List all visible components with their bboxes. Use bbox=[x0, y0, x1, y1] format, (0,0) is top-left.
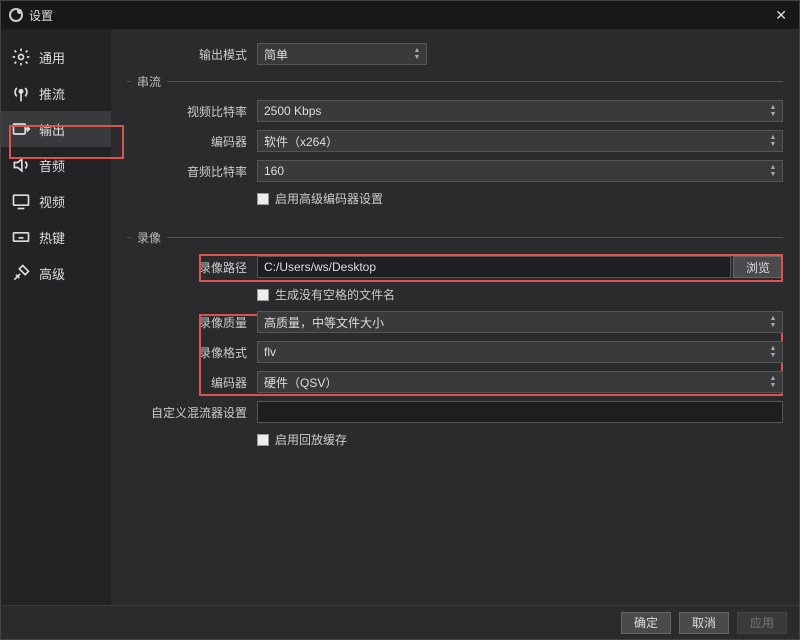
video-bitrate-value: 2500 Kbps bbox=[264, 104, 321, 118]
sidebar: 通用 推流 输出 音频 视频 热键 bbox=[1, 29, 111, 605]
chevron-updown-icon: ▲▼ bbox=[766, 101, 780, 121]
sidebar-item-label: 音频 bbox=[39, 156, 65, 175]
tools-icon bbox=[11, 263, 31, 283]
sidebar-item-hotkeys[interactable]: 热键 bbox=[1, 219, 111, 255]
sidebar-item-video[interactable]: 视频 bbox=[1, 183, 111, 219]
no-space-filename-checkbox[interactable]: 生成没有空格的文件名 bbox=[257, 286, 783, 303]
stream-encoder-select[interactable]: 软件（x264） ▲▼ bbox=[257, 130, 783, 152]
monitor-icon bbox=[11, 191, 31, 211]
rec-format-select[interactable]: flv ▲▼ bbox=[257, 341, 783, 363]
rec-format-label: 录像格式 bbox=[127, 344, 257, 361]
sidebar-item-label: 输出 bbox=[39, 120, 65, 139]
audio-bitrate-label: 音频比特率 bbox=[127, 163, 257, 180]
rec-encoder-value: 硬件（QSV） bbox=[264, 374, 337, 391]
audio-bitrate-select[interactable]: 160 ▲▼ bbox=[257, 160, 783, 182]
sidebar-item-label: 高级 bbox=[39, 264, 65, 283]
streaming-title: 串流 bbox=[131, 73, 167, 90]
recording-title: 录像 bbox=[131, 229, 167, 246]
rec-encoder-label: 编码器 bbox=[127, 374, 257, 391]
chevron-updown-icon: ▲▼ bbox=[766, 161, 780, 181]
content-pane: 输出模式 简单 ▲▼ 串流 视频比特率 2500 Kbps ▲▼ bbox=[111, 29, 799, 605]
rec-format-value: flv bbox=[264, 345, 276, 359]
replay-buffer-checkbox[interactable]: 启用回放缓存 bbox=[257, 431, 783, 448]
rec-path-input[interactable]: C:/Users/ws/Desktop bbox=[257, 256, 731, 278]
close-icon[interactable]: ✕ bbox=[771, 7, 791, 24]
ok-button[interactable]: 确定 bbox=[621, 612, 671, 634]
sidebar-item-general[interactable]: 通用 bbox=[1, 39, 111, 75]
stream-encoder-value: 软件（x264） bbox=[264, 133, 338, 150]
titlebar: 设置 ✕ bbox=[1, 1, 799, 29]
chevron-updown-icon: ▲▼ bbox=[766, 312, 780, 332]
no-space-filename-label: 生成没有空格的文件名 bbox=[275, 286, 395, 303]
chevron-updown-icon: ▲▼ bbox=[766, 342, 780, 362]
audio-bitrate-value: 160 bbox=[264, 164, 284, 178]
output-mode-value: 简单 bbox=[264, 46, 288, 63]
browse-button[interactable]: 浏览 bbox=[733, 256, 783, 278]
cancel-button[interactable]: 取消 bbox=[679, 612, 729, 634]
sidebar-item-audio[interactable]: 音频 bbox=[1, 147, 111, 183]
rec-encoder-select[interactable]: 硬件（QSV） ▲▼ bbox=[257, 371, 783, 393]
checkbox-icon bbox=[257, 193, 269, 205]
sidebar-item-label: 通用 bbox=[39, 48, 65, 67]
sidebar-item-label: 视频 bbox=[39, 192, 65, 211]
app-logo-icon bbox=[9, 8, 23, 22]
recording-section: 录像 录像路径 C:/Users/ws/Desktop 浏览 bbox=[127, 229, 783, 456]
speaker-icon bbox=[11, 155, 31, 175]
output-mode-select[interactable]: 简单 ▲▼ bbox=[257, 43, 427, 65]
rec-path-label: 录像路径 bbox=[127, 259, 257, 276]
advanced-encoder-label: 启用高级编码器设置 bbox=[275, 190, 383, 207]
output-icon bbox=[11, 119, 31, 139]
checkbox-icon bbox=[257, 289, 269, 301]
output-mode-label: 输出模式 bbox=[127, 46, 257, 63]
replay-buffer-label: 启用回放缓存 bbox=[275, 431, 347, 448]
encoder-label: 编码器 bbox=[127, 133, 257, 150]
streaming-section: 串流 视频比特率 2500 Kbps ▲▼ 编码器 软件（x264） bbox=[127, 73, 783, 215]
apply-button: 应用 bbox=[737, 612, 787, 634]
antenna-icon bbox=[11, 83, 31, 103]
window-title: 设置 bbox=[29, 7, 53, 24]
sidebar-item-stream[interactable]: 推流 bbox=[1, 75, 111, 111]
custom-muxer-input[interactable] bbox=[257, 401, 783, 423]
sidebar-item-advanced[interactable]: 高级 bbox=[1, 255, 111, 291]
footer: 确定 取消 应用 bbox=[1, 605, 799, 639]
video-bitrate-label: 视频比特率 bbox=[127, 103, 257, 120]
gear-icon bbox=[11, 47, 31, 67]
advanced-encoder-checkbox[interactable]: 启用高级编码器设置 bbox=[257, 190, 783, 207]
keyboard-icon bbox=[11, 227, 31, 247]
sidebar-item-output[interactable]: 输出 bbox=[1, 111, 111, 147]
sidebar-item-label: 推流 bbox=[39, 84, 65, 103]
chevron-updown-icon: ▲▼ bbox=[410, 44, 424, 64]
chevron-updown-icon: ▲▼ bbox=[766, 372, 780, 392]
chevron-updown-icon: ▲▼ bbox=[766, 131, 780, 151]
video-bitrate-input[interactable]: 2500 Kbps ▲▼ bbox=[257, 100, 783, 122]
checkbox-icon bbox=[257, 434, 269, 446]
rec-quality-value: 高质量，中等文件大小 bbox=[264, 314, 384, 331]
rec-path-value: C:/Users/ws/Desktop bbox=[264, 260, 376, 274]
rec-quality-select[interactable]: 高质量，中等文件大小 ▲▼ bbox=[257, 311, 783, 333]
sidebar-item-label: 热键 bbox=[39, 228, 65, 247]
custom-muxer-label: 自定义混流器设置 bbox=[127, 404, 257, 421]
rec-quality-label: 录像质量 bbox=[127, 314, 257, 331]
